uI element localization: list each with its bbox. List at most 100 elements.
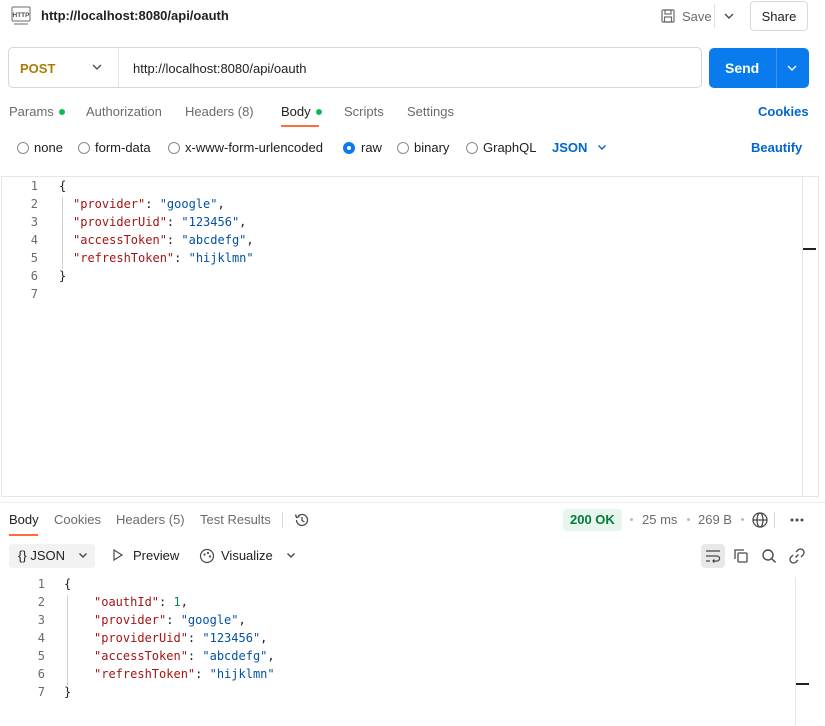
json-trailing: ,	[267, 649, 275, 663]
option-none-label[interactable]: none	[34, 140, 63, 155]
code-line: "providerUid": "123456",	[94, 631, 267, 645]
save-icon	[661, 9, 675, 23]
svg-text:HTTP: HTTP	[13, 12, 31, 19]
tab-scripts[interactable]: Scripts	[344, 104, 384, 119]
json-colon: :	[166, 613, 181, 627]
cookies-link[interactable]: Cookies	[758, 104, 809, 119]
response-format-value: JSON	[30, 548, 65, 563]
response-divider	[0, 502, 825, 503]
option-graphql-label[interactable]: GraphQL	[483, 140, 536, 155]
radio-binary[interactable]	[397, 142, 409, 154]
line-number: 7	[30, 287, 38, 301]
tab-body-label: Body	[281, 104, 311, 119]
response-tab-cookies[interactable]: Cookies	[54, 512, 101, 527]
json-key: "accessToken"	[94, 649, 188, 663]
response-tab-body[interactable]: Body	[9, 512, 39, 527]
line-number: 5	[30, 251, 38, 265]
search-icon[interactable]	[760, 547, 778, 565]
url-divider	[118, 48, 119, 87]
json-colon: :	[195, 667, 210, 681]
http-icon: HTTP	[11, 6, 31, 25]
tab-headers[interactable]: Headers (8)	[185, 104, 254, 119]
url-input[interactable]: http://localhost:8080/api/oauth	[133, 61, 306, 76]
chevron-down-icon[interactable]	[596, 141, 608, 153]
option-binary-label[interactable]: binary	[414, 140, 449, 155]
response-time[interactable]: 25 ms	[642, 512, 677, 527]
response-scrollbar[interactable]	[795, 577, 796, 726]
response-open-brace: {	[64, 577, 72, 591]
json-trailing: ,	[260, 631, 268, 645]
chevron-down-icon[interactable]	[285, 549, 297, 561]
status-badge[interactable]: 200 OK	[563, 509, 622, 531]
json-trailing: ,	[180, 595, 188, 609]
radio-none[interactable]	[17, 142, 29, 154]
tab-settings[interactable]: Settings	[407, 104, 454, 119]
globe-icon[interactable]	[751, 511, 769, 529]
save-button[interactable]: Save	[660, 4, 712, 28]
code-line: "refreshToken": "hijklmn"	[73, 251, 254, 265]
chevron-down-icon[interactable]	[77, 549, 89, 561]
response-tab-test-results[interactable]: Test Results	[200, 512, 271, 527]
request-title[interactable]: http://localhost:8080/api/oauth	[41, 8, 229, 23]
save-divider	[714, 4, 715, 28]
chevron-down-icon[interactable]	[90, 60, 104, 74]
beautify-button[interactable]: Beautify	[751, 140, 802, 155]
tab-separator	[282, 512, 283, 528]
json-key: "refreshToken"	[94, 667, 196, 681]
share-button[interactable]: Share	[750, 1, 808, 31]
json-key: "accessToken"	[73, 233, 167, 247]
meta-separator	[630, 518, 633, 521]
radio-urlencoded[interactable]	[168, 142, 180, 154]
line-number: 7	[37, 685, 45, 699]
json-key: "refreshToken"	[73, 251, 175, 265]
active-tab-indicator	[281, 125, 319, 127]
json-trailing: ,	[239, 215, 247, 229]
link-icon[interactable]	[788, 547, 806, 565]
code-line: "oauthId": 1,	[94, 595, 188, 609]
line-number: 3	[30, 215, 38, 229]
line-number: 5	[37, 649, 45, 663]
json-value: "hijklmn"	[209, 667, 275, 681]
preview-button[interactable]: Preview	[133, 548, 179, 563]
json-colon: :	[166, 215, 182, 229]
radio-form-data[interactable]	[78, 142, 90, 154]
chevron-down-icon[interactable]	[721, 8, 737, 24]
json-value: 1	[173, 595, 181, 609]
json-value: "google"	[159, 197, 218, 211]
method-select[interactable]: POST	[20, 61, 55, 76]
tab-body[interactable]: Body	[281, 104, 322, 119]
history-icon[interactable]	[293, 511, 311, 529]
more-options-icon[interactable]	[788, 511, 806, 529]
option-urlencoded-label[interactable]: x-www-form-urlencoded	[185, 140, 323, 155]
response-close-brace: }	[64, 685, 72, 699]
editor-scrollbar[interactable]	[802, 177, 803, 497]
json-key: "provider"	[73, 197, 146, 211]
json-value: "abcdefg"	[202, 649, 268, 663]
tab-params[interactable]: Params	[9, 104, 65, 119]
response-size[interactable]: 269 B	[698, 512, 732, 527]
format-select[interactable]: JSON	[552, 140, 587, 155]
tab-authorization[interactable]: Authorization	[86, 104, 162, 119]
line-number: 4	[37, 631, 45, 645]
indent-guide	[67, 595, 68, 685]
code-line: "providerUid": "123456",	[73, 215, 246, 229]
save-label: Save	[682, 8, 712, 24]
radio-raw[interactable]	[343, 142, 355, 154]
json-colon: :	[166, 233, 182, 247]
body-indicator-dot	[315, 108, 322, 115]
response-tab-headers[interactable]: Headers (5)	[116, 512, 185, 527]
json-value: "123456"	[181, 215, 240, 229]
radio-graphql[interactable]	[466, 142, 478, 154]
option-raw-label[interactable]: raw	[361, 140, 382, 155]
json-trailing: ,	[246, 233, 254, 247]
send-divider	[776, 48, 777, 88]
meta-separator	[741, 518, 744, 521]
send-label[interactable]: Send	[725, 60, 759, 76]
option-form-data-label[interactable]: form-data	[95, 140, 151, 155]
chevron-down-icon[interactable]	[785, 61, 799, 75]
json-colon: :	[187, 649, 203, 663]
copy-icon[interactable]	[732, 547, 750, 565]
json-value: "123456"	[202, 631, 261, 645]
visualize-button[interactable]: Visualize	[221, 548, 273, 563]
code-line: "accessToken": "abcdefg",	[94, 649, 275, 663]
